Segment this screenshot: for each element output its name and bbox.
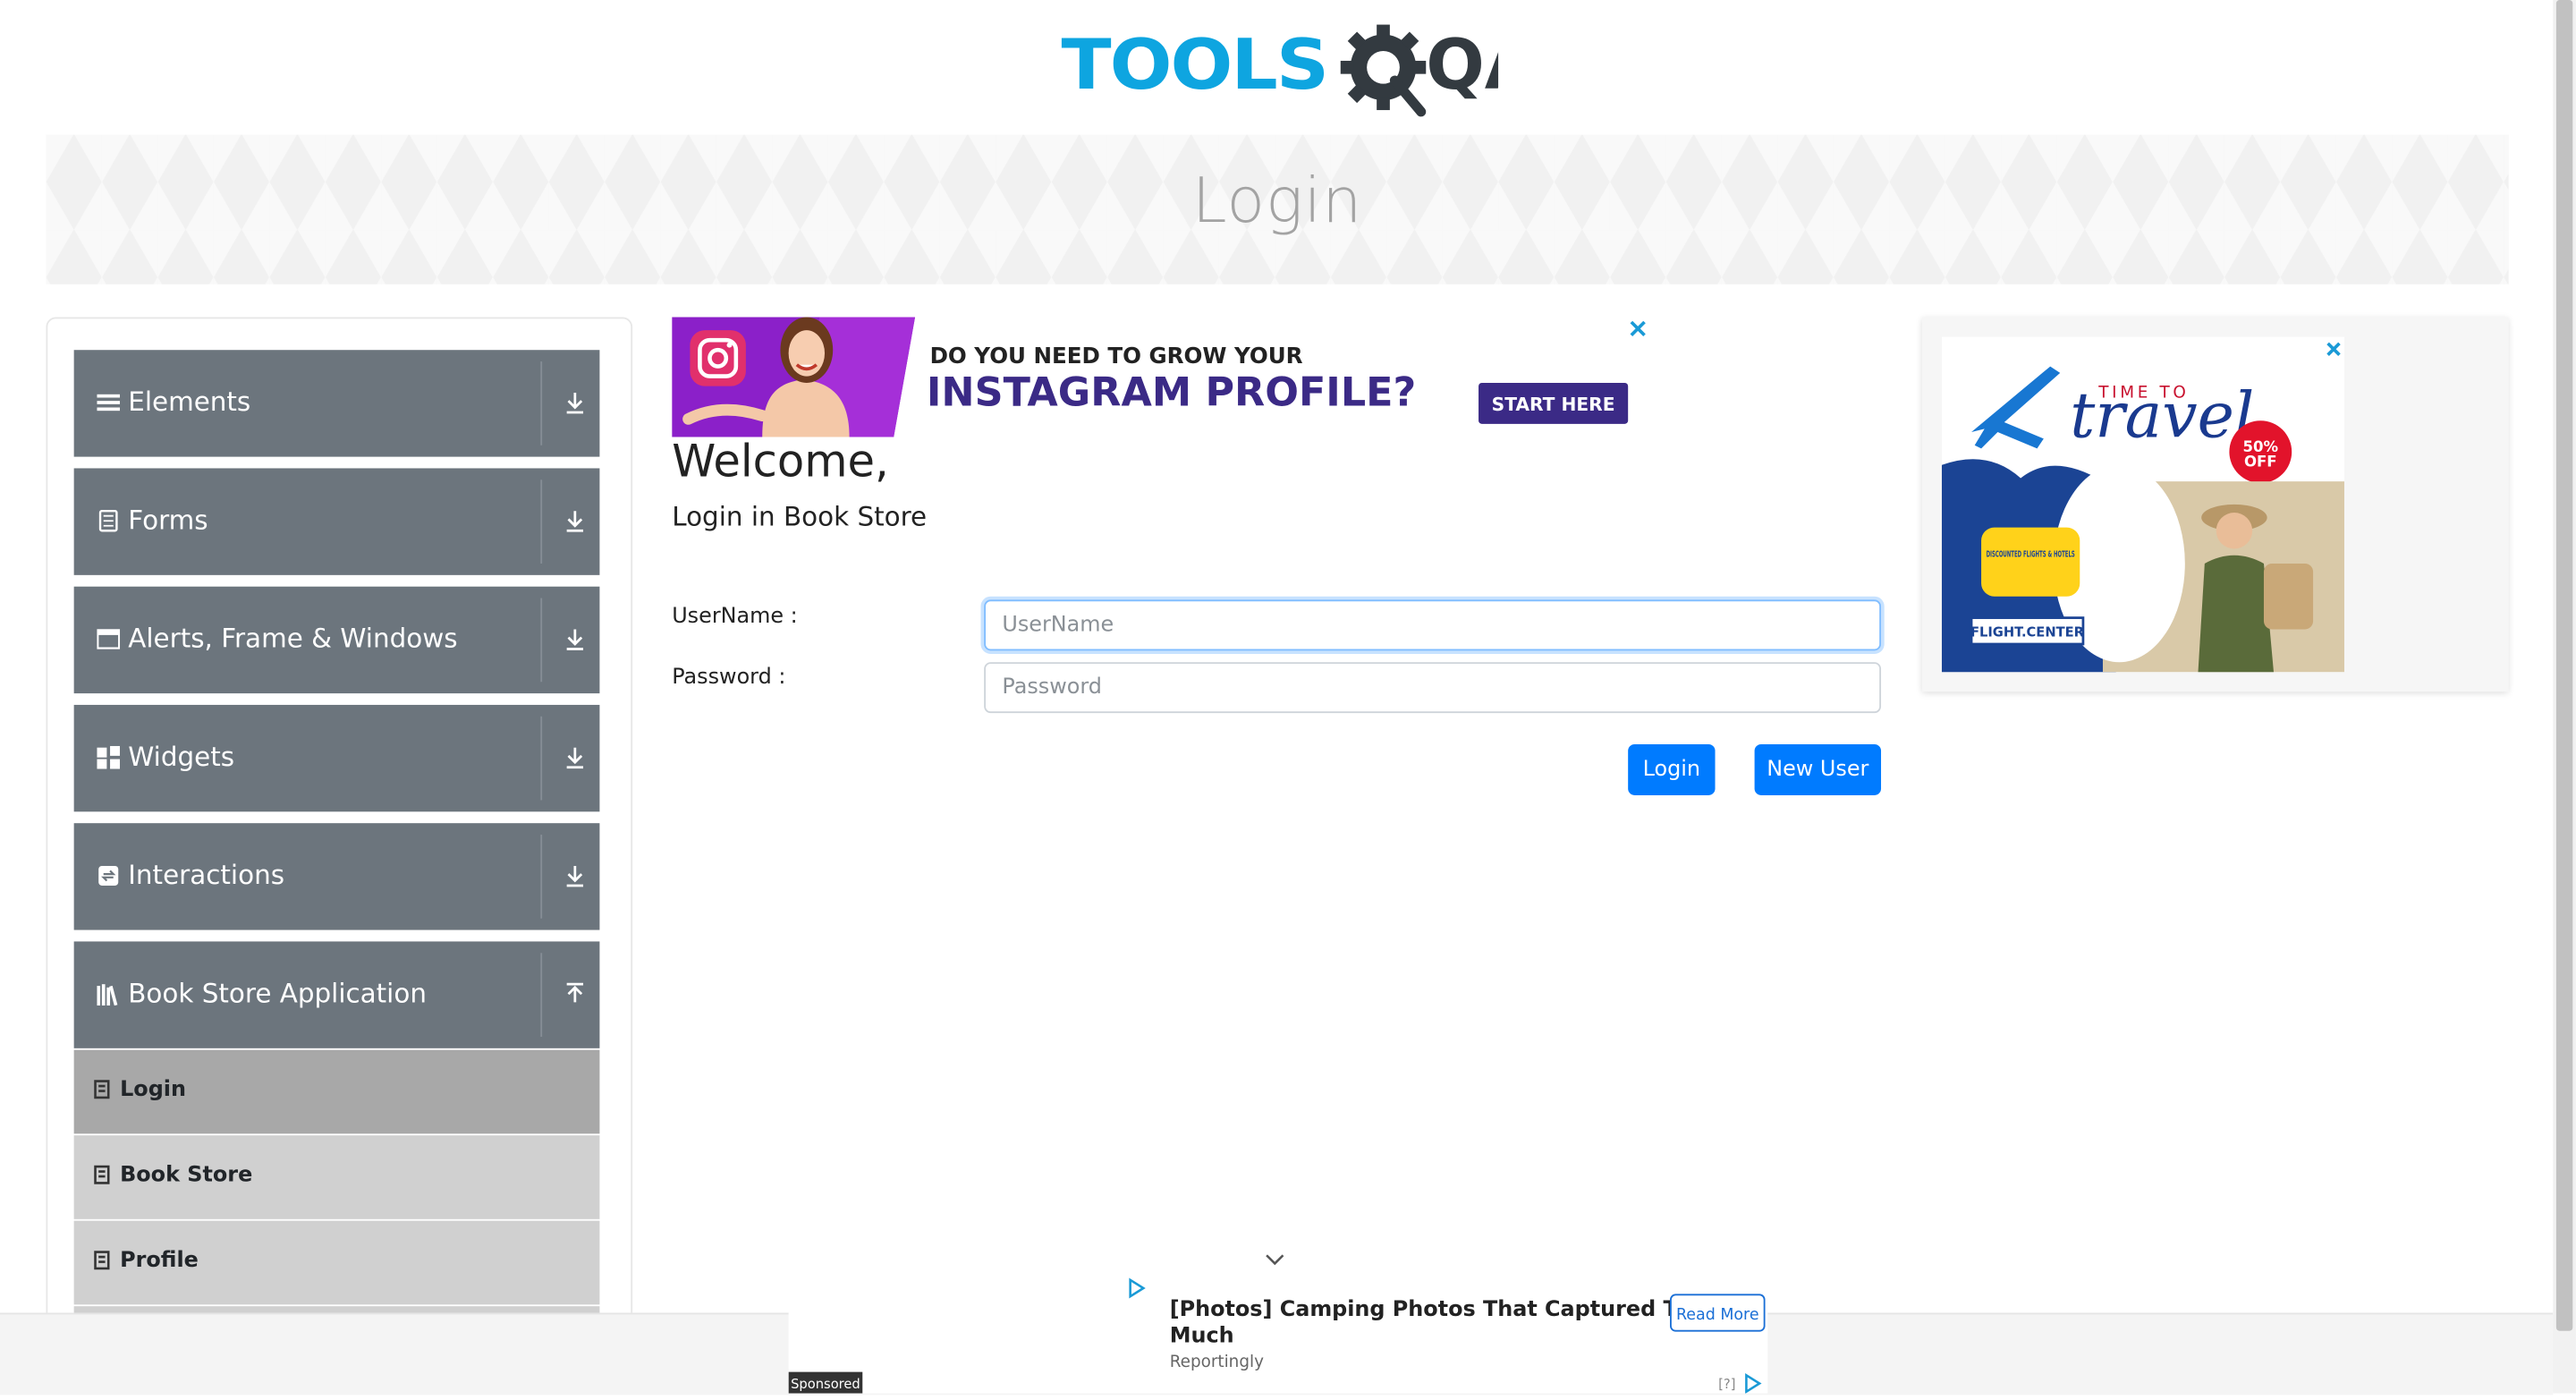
divider: [540, 716, 543, 801]
bottom-ad-headline: [Photos] Camping Photos That Captured To…: [1170, 1296, 1712, 1347]
start-here-label: START HERE: [1492, 394, 1615, 415]
sidebar: Elements Forms Alerts, Frame & Windows W…: [46, 317, 633, 1372]
sidebar-group-forms[interactable]: Forms: [73, 468, 600, 575]
login-subtitle: Login in Book Store: [672, 501, 928, 533]
sidebar-group-label: Book Store Application: [128, 977, 427, 1009]
divider: [540, 598, 543, 683]
sponsored-label: Sponsored: [791, 1377, 860, 1392]
bottom-ad-headline-line1: [Photos] Camping Photos That Captured To…: [1170, 1296, 1705, 1321]
sidebar-group-label: Forms: [128, 504, 208, 536]
new-user-button[interactable]: New User: [1754, 744, 1882, 795]
sidebar-group-book-store-application[interactable]: Book Store Application: [73, 941, 600, 1048]
toolsqa-logo[interactable]: TOOLS QA: [1062, 20, 1538, 122]
page-title: Login: [1191, 164, 1363, 237]
sidebar-group-alerts[interactable]: Alerts, Frame & Windows: [73, 586, 600, 694]
username-label: UserName :: [672, 604, 798, 630]
ad-travel-badge: DISCOUNTED FLIGHTS & HOTELS: [1987, 550, 2075, 560]
file-icon: [94, 1080, 110, 1099]
bottom-sponsored-ad[interactable]: [Photos] Camping Photos That Captured To…: [788, 1275, 1768, 1395]
sidebar-group-widgets[interactable]: Widgets: [73, 704, 600, 812]
file-icon: [94, 1165, 110, 1184]
download-arrow-icon: [566, 629, 584, 650]
bottom-ad-headline-line2: Much: [1170, 1323, 1234, 1348]
sidebar-item-profile[interactable]: Profile: [73, 1220, 600, 1305]
sidebar-group-interactions[interactable]: Interactions: [73, 823, 600, 930]
interactions-icon: [98, 865, 119, 886]
sidebar-group-elements[interactable]: Elements: [73, 350, 600, 457]
logo-tools-text: TOOLS: [1062, 25, 1328, 106]
download-arrow-icon: [566, 865, 584, 887]
download-arrow-icon: [566, 747, 584, 769]
chevron-down-icon[interactable]: [1262, 1252, 1288, 1268]
sidebar-item-book-store[interactable]: Book Store: [73, 1135, 600, 1219]
scrollbar-thumb[interactable]: [2555, 0, 2573, 1331]
divider: [540, 479, 543, 564]
sidebar-group-label: Alerts, Frame & Windows: [128, 623, 458, 655]
ad-instagram-line2: INSTAGRAM PROFILE?: [927, 370, 1416, 416]
window-icon: [97, 629, 121, 649]
sidebar-item-label: Login: [120, 1077, 186, 1103]
divider: [540, 953, 543, 1037]
adchoices-icon: [1129, 1277, 1146, 1299]
ad-info-link[interactable]: [?]: [1718, 1377, 1735, 1392]
sidebar-group-label: Elements: [128, 386, 251, 418]
file-icon: [94, 1251, 110, 1270]
sidebar-item-label: Profile: [120, 1248, 199, 1274]
upload-arrow-icon: [566, 982, 584, 1003]
page-header-banner: Login: [46, 134, 2509, 284]
username-input[interactable]: [984, 599, 1882, 651]
ad-instagram-line1: DO YOU NEED TO GROW YOUR: [930, 343, 1303, 369]
document-icon: [98, 510, 118, 532]
sidebar-group-label: Interactions: [128, 859, 285, 891]
download-arrow-icon: [566, 392, 584, 414]
password-input[interactable]: [984, 662, 1882, 714]
ad-travel[interactable]: TIME TO travel 50% OFF DISCOUNTED FLIGHT…: [1921, 317, 2509, 692]
ad-travel-brand: FLIGHT.CENTER: [1970, 625, 2085, 641]
bottom-ad-source: Reportingly: [1170, 1353, 1264, 1371]
divider: [540, 835, 543, 919]
logo-qa-text: QA: [1426, 25, 1498, 106]
sidebar-item-label: Book Store: [120, 1163, 253, 1188]
read-more-label: Read More: [1676, 1306, 1759, 1324]
books-icon: [97, 984, 118, 1006]
password-label: Password :: [672, 665, 786, 691]
instagram-icon: [690, 330, 746, 386]
login-button[interactable]: Login: [1628, 744, 1716, 795]
discount-bottom: OFF: [2244, 454, 2277, 471]
widgets-icon: [97, 745, 121, 769]
welcome-heading: Welcome,: [672, 437, 889, 488]
divider: [540, 361, 543, 445]
ad-instagram-banner[interactable]: DO YOU NEED TO GROW YOUR INSTAGRAM PROFI…: [672, 317, 1653, 437]
download-arrow-icon: [566, 511, 584, 532]
hamburger-icon: [97, 394, 121, 412]
gear-magnifier-icon: [1340, 24, 1427, 117]
adchoices-icon: [1745, 1372, 1762, 1395]
sidebar-group-label: Widgets: [128, 741, 235, 773]
sidebar-item-login[interactable]: Login: [73, 1049, 600, 1134]
ad-travel-line2: travel: [2070, 380, 2254, 453]
